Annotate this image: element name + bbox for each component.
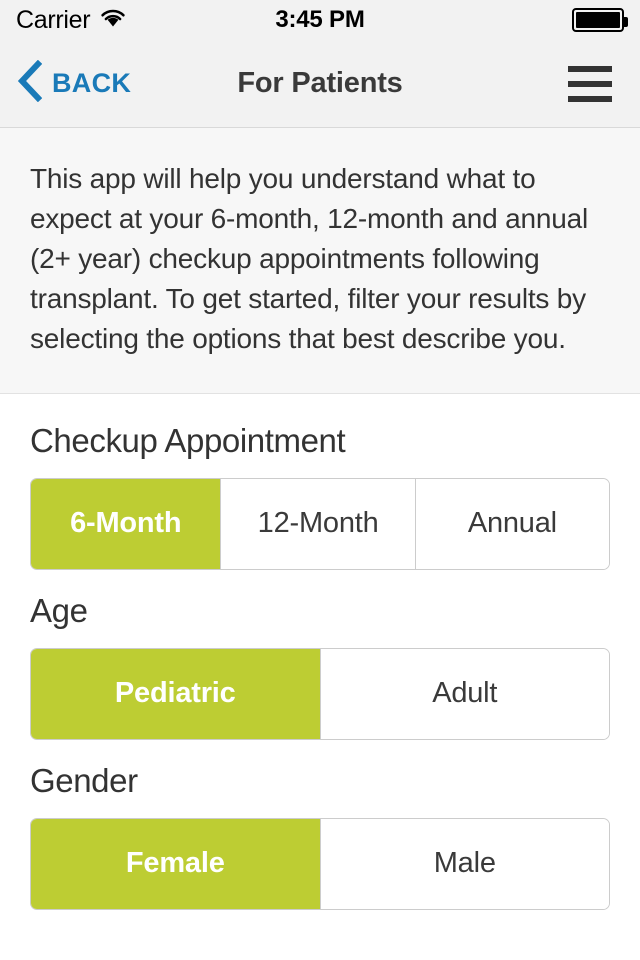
segment-option-6-month[interactable]: 6-Month xyxy=(31,478,221,569)
status-bar-right xyxy=(572,8,628,32)
segment-option-pediatric[interactable]: Pediatric xyxy=(31,648,320,739)
segmented-control: Pediatric Adult xyxy=(30,647,610,740)
battery-icon xyxy=(572,8,628,32)
filter-section-title: Checkup Appointment xyxy=(30,422,346,459)
status-bar: Carrier 3:45 PM xyxy=(0,0,640,40)
segment-option-male[interactable]: Male xyxy=(319,818,609,909)
app-screen: Carrier 3:45 PM BACK For Patients This a… xyxy=(0,0,640,960)
segment-option-female[interactable]: Female xyxy=(31,818,320,909)
filter-section-gender: Gender Female Male xyxy=(0,762,640,910)
back-button[interactable]: BACK xyxy=(0,59,132,107)
segment-option-annual[interactable]: Annual xyxy=(414,478,609,569)
filter-section-title: Age xyxy=(30,591,88,629)
segment-option-12-month[interactable]: 12-Month xyxy=(220,478,415,569)
chevron-left-icon xyxy=(16,59,43,107)
filter-section-title: Gender xyxy=(30,761,138,799)
filter-section-checkup-appointment: Checkup Appointment 6-Month 12-Month Annual xyxy=(0,422,640,570)
hamburger-menu-icon[interactable] xyxy=(568,65,640,102)
segmented-control: 6-Month 12-Month Annual xyxy=(30,477,610,570)
navigation-bar: BACK For Patients xyxy=(0,40,640,128)
carrier-label: Carrier xyxy=(16,5,91,34)
wifi-icon xyxy=(99,7,127,33)
back-button-label: BACK xyxy=(52,68,132,98)
intro-panel: This app will help you understand what t… xyxy=(0,128,640,394)
status-bar-left: Carrier xyxy=(16,6,127,35)
filter-section-age: Age Pediatric Adult xyxy=(0,592,640,740)
intro-text: This app will help you understand what t… xyxy=(30,163,588,354)
segment-option-adult[interactable]: Adult xyxy=(319,648,609,739)
filters-container: Checkup Appointment 6-Month 12-Month Annual… xyxy=(0,394,640,960)
segmented-control: Female Male xyxy=(30,817,610,910)
